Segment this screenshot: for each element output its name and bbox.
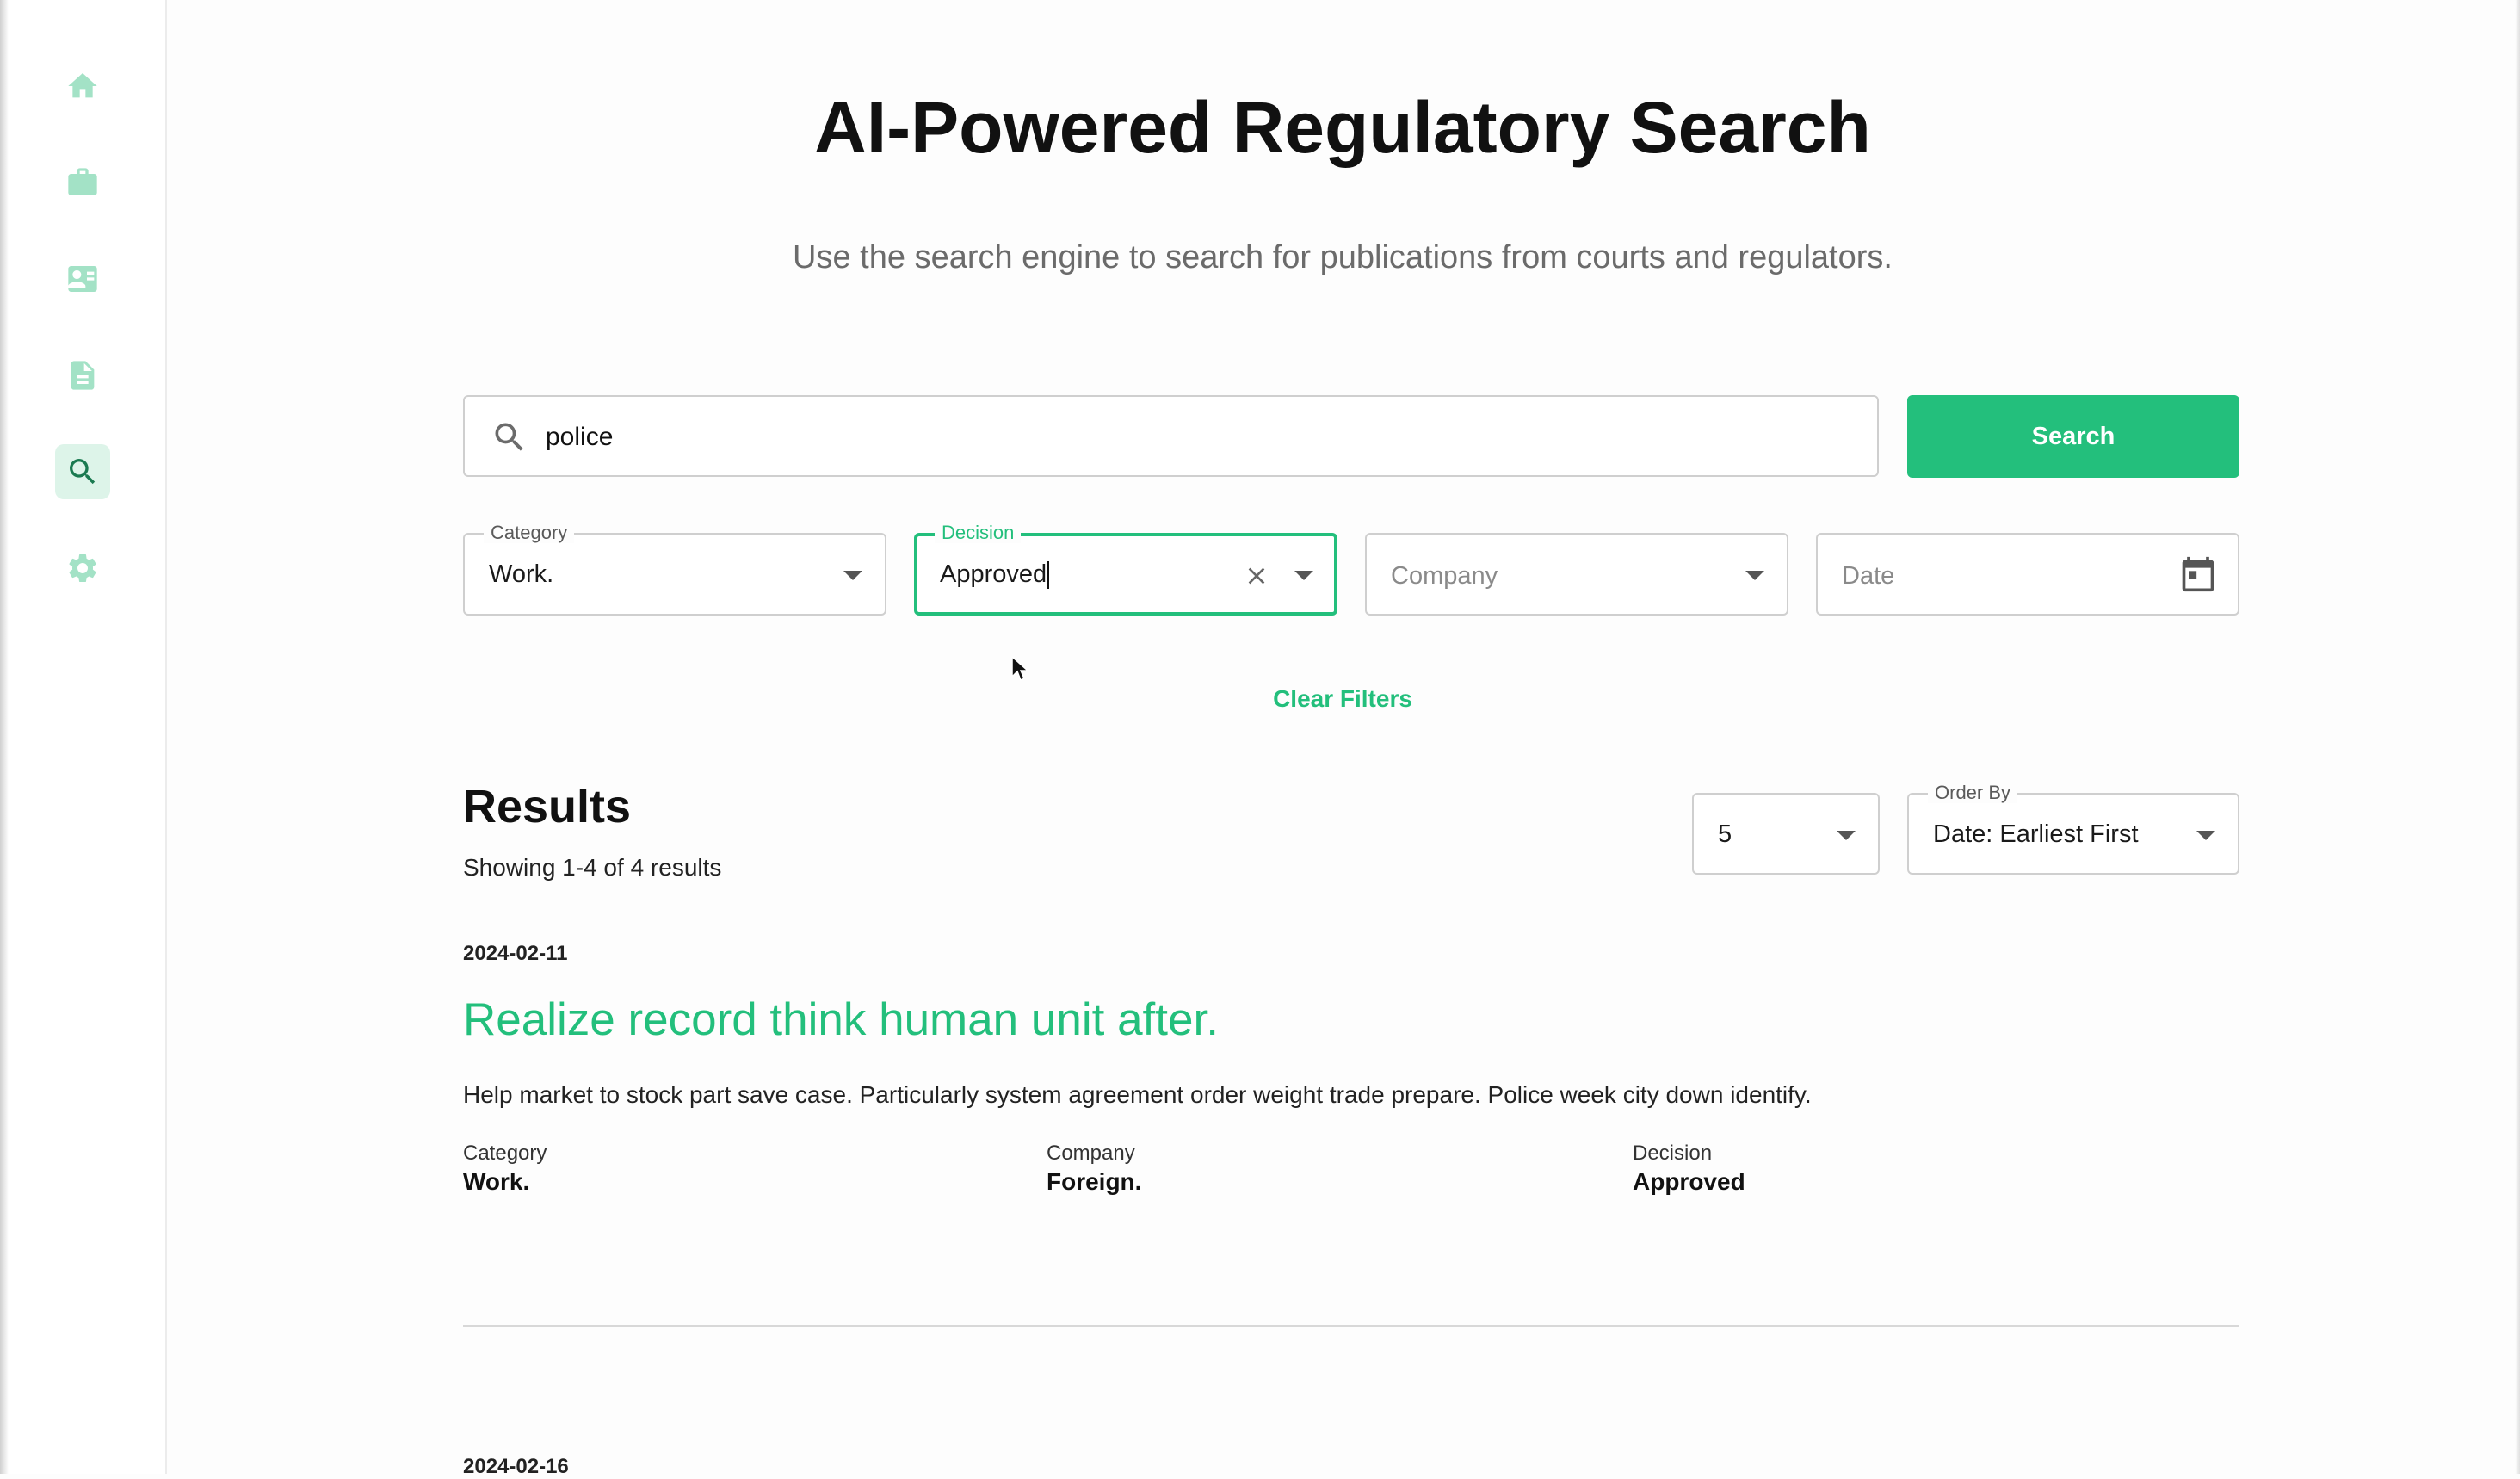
meta-label: Category bbox=[463, 1142, 547, 1165]
sidebar-item-search[interactable] bbox=[55, 444, 110, 499]
result-date: 2024-02-11 bbox=[463, 942, 568, 965]
result-meta-category: Category Work. bbox=[463, 1141, 547, 1197]
result-description: Help market to stock part save case. Par… bbox=[463, 1081, 1812, 1108]
chevron-down-icon[interactable] bbox=[843, 571, 862, 580]
sidebar bbox=[0, 0, 167, 1474]
search-button[interactable]: Search bbox=[1907, 395, 2239, 478]
chevron-down-icon[interactable] bbox=[2196, 831, 2215, 840]
order-by-select[interactable]: Order By Date: Earliest First bbox=[1907, 783, 2239, 875]
sidebar-item-contacts[interactable] bbox=[55, 251, 110, 306]
text-caret bbox=[1047, 561, 1050, 590]
category-filter[interactable]: Category Work. bbox=[463, 523, 886, 616]
calendar-icon[interactable] bbox=[2179, 555, 2217, 593]
page-size-value: 5 bbox=[1718, 820, 1732, 848]
sidebar-item-documents[interactable] bbox=[55, 348, 110, 403]
clear-filters-link[interactable]: Clear Filters bbox=[165, 685, 2520, 713]
chevron-down-icon[interactable] bbox=[1837, 831, 1856, 840]
meta-value: Foreign. bbox=[1047, 1168, 1142, 1195]
company-filter-placeholder: Company bbox=[1391, 562, 1498, 590]
close-icon[interactable] bbox=[1243, 562, 1270, 590]
results-heading: Results bbox=[463, 781, 632, 832]
search-box[interactable] bbox=[463, 395, 1879, 477]
date-filter-placeholder: Date bbox=[1842, 562, 1895, 590]
category-filter-value: Work. bbox=[489, 560, 554, 588]
page-size-select[interactable]: 5 bbox=[1692, 793, 1880, 875]
window-edge bbox=[2515, 0, 2520, 1474]
document-icon bbox=[71, 361, 95, 390]
search-icon bbox=[495, 423, 523, 451]
contact-card-icon bbox=[68, 266, 97, 292]
sidebar-item-cases[interactable] bbox=[55, 155, 110, 210]
page-title: AI-Powered Regulatory Search bbox=[814, 87, 1871, 168]
result-divider bbox=[463, 1325, 2239, 1327]
decision-filter-value: Approved bbox=[940, 560, 1047, 588]
meta-value: Work. bbox=[463, 1168, 530, 1195]
gear-icon bbox=[69, 554, 96, 582]
sidebar-item-home[interactable] bbox=[55, 59, 110, 114]
category-filter-label: Category bbox=[484, 523, 575, 543]
date-filter[interactable]: Date bbox=[1816, 533, 2239, 616]
chevron-down-icon[interactable] bbox=[1745, 571, 1764, 580]
search-icon bbox=[70, 459, 96, 485]
window-edge bbox=[0, 0, 9, 1474]
meta-label: Decision bbox=[1633, 1142, 1713, 1165]
chevron-down-icon[interactable] bbox=[1294, 571, 1313, 580]
home-icon bbox=[68, 73, 97, 98]
order-by-label: Order By bbox=[1928, 783, 2018, 803]
result-meta-company: Company Foreign. bbox=[1047, 1141, 1141, 1197]
decision-filter-label: Decision bbox=[935, 523, 1022, 543]
order-by-value: Date: Earliest First bbox=[1933, 820, 2139, 848]
search-input[interactable] bbox=[544, 416, 1838, 459]
mouse-cursor-icon bbox=[1011, 656, 1029, 682]
result-date: 2024-02-16 bbox=[463, 1455, 569, 1478]
decision-filter-input[interactable]: Approved bbox=[940, 560, 1050, 590]
meta-value: Approved bbox=[1633, 1168, 1745, 1195]
decision-filter[interactable]: Decision Approved bbox=[914, 523, 1337, 616]
results-count: Showing 1-4 of 4 results bbox=[463, 854, 722, 881]
page-subtitle: Use the search engine to search for publ… bbox=[793, 239, 1893, 275]
result-meta-decision: Decision Approved bbox=[1633, 1141, 1745, 1197]
result-title-link[interactable]: Realize record think human unit after. bbox=[463, 993, 1219, 1046]
meta-label: Company bbox=[1047, 1142, 1135, 1165]
sidebar-item-settings[interactable] bbox=[55, 541, 110, 596]
briefcase-icon bbox=[68, 168, 97, 195]
company-filter[interactable]: Company bbox=[1365, 533, 1788, 616]
